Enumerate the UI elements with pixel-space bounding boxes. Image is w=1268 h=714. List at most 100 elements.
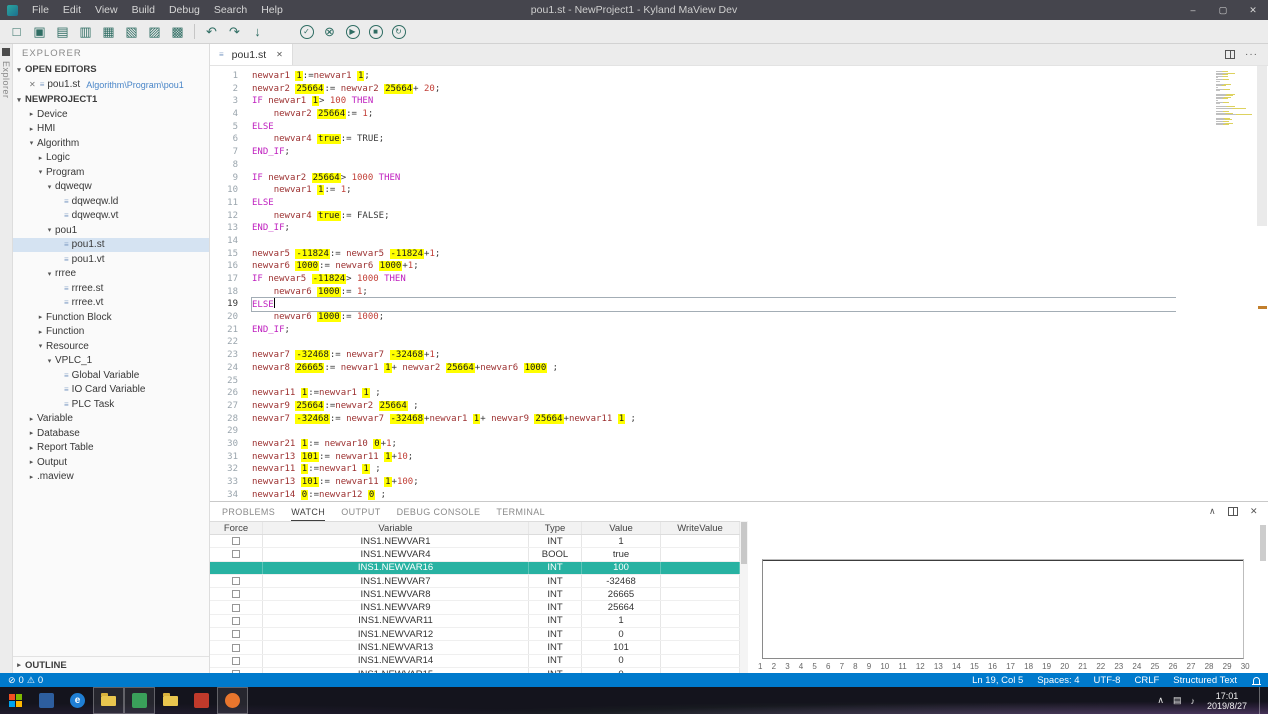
build-icon[interactable]: ▧ xyxy=(120,22,143,42)
app-folder-icon[interactable] xyxy=(155,687,186,714)
tray-display-icon[interactable]: ▤ xyxy=(1173,695,1182,706)
app-firefox-icon[interactable] xyxy=(217,687,248,714)
taskbar-clock[interactable]: 17:01 2019/8/27 xyxy=(1204,691,1250,711)
code-line-4[interactable]: 4 newvar2 25664:= 1; xyxy=(210,108,1176,121)
scrollbar-thumb[interactable] xyxy=(1257,66,1267,226)
code-line-33[interactable]: 33newvar13 101:= newvar11 1+100; xyxy=(210,476,1176,489)
menu-file[interactable]: File xyxy=(25,0,56,20)
minimize-button[interactable]: – xyxy=(1178,0,1208,20)
watch-row-ins1-newvar13[interactable]: INS1.NEWVAR13INT101 xyxy=(210,641,740,654)
tree-item-pou1[interactable]: ▾pou1 xyxy=(13,223,209,238)
column-header-type[interactable]: Type xyxy=(529,522,582,534)
undo-icon[interactable]: ↶ xyxy=(200,22,223,42)
force-checkbox[interactable] xyxy=(232,617,240,625)
writevalue-cell[interactable] xyxy=(661,548,740,560)
clean-icon[interactable]: ▩ xyxy=(166,22,189,42)
code-line-10[interactable]: 10 newvar1 1:= 1; xyxy=(210,184,1176,197)
app-ie-icon[interactable]: e xyxy=(62,687,93,714)
tree-item-pou1-vt[interactable]: ≡pou1.vt xyxy=(13,252,209,267)
code-line-5[interactable]: 5ELSE xyxy=(210,121,1176,134)
code-line-17[interactable]: 17IF newvar5 -11824> 1000 THEN xyxy=(210,273,1176,286)
menu-edit[interactable]: Edit xyxy=(56,0,88,20)
force-checkbox[interactable] xyxy=(232,550,240,558)
code-line-14[interactable]: 14 xyxy=(210,235,1176,248)
tree-item-algorithm[interactable]: ▾Algorithm xyxy=(13,136,209,151)
explorer-icon[interactable] xyxy=(2,48,10,56)
code-line-31[interactable]: 31newvar13 101:= newvar11 1+10; xyxy=(210,451,1176,464)
save-all-icon[interactable]: ▥ xyxy=(74,22,97,42)
stop-icon[interactable]: ■ xyxy=(364,22,387,42)
errors-indicator[interactable]: ⊘ 0 ⚠ 0 xyxy=(8,675,43,686)
watch-row-ins1-newvar15[interactable]: INS1.NEWVAR15INT0 xyxy=(210,668,740,673)
code-line-24[interactable]: 24newvar8 26665:= newvar1 1+ newvar2 256… xyxy=(210,362,1176,375)
status-ln-19-col-5[interactable]: Ln 19, Col 5 xyxy=(972,675,1023,686)
code-line-8[interactable]: 8 xyxy=(210,159,1176,172)
watch-row-ins1-newvar14[interactable]: INS1.NEWVAR14INT0 xyxy=(210,655,740,668)
writevalue-cell[interactable] xyxy=(661,535,740,547)
tree-item-global-variable[interactable]: ≡Global Variable xyxy=(13,368,209,383)
writevalue-cell[interactable] xyxy=(661,668,740,673)
print-icon[interactable]: ▦ xyxy=(97,22,120,42)
tree-item-function[interactable]: ▸Function xyxy=(13,325,209,340)
tree-item-database[interactable]: ▸Database xyxy=(13,426,209,441)
app-foxit-icon[interactable] xyxy=(186,687,217,714)
code-line-28[interactable]: 28newvar7 -32468:= newvar7 -32468+newvar… xyxy=(210,413,1176,426)
code-line-9[interactable]: 9IF newvar2 25664> 1000 THEN xyxy=(210,172,1176,185)
more-actions-icon[interactable]: ··· xyxy=(1245,49,1258,60)
status-utf-8[interactable]: UTF-8 xyxy=(1094,675,1121,686)
code-line-26[interactable]: 26newvar11 1:=newvar1 1 ; xyxy=(210,387,1176,400)
code-line-2[interactable]: 2newvar2 25664:= newvar2 25664+ 20; xyxy=(210,83,1176,96)
code-line-1[interactable]: 1newvar1 1:=newvar1 1; xyxy=(210,70,1176,83)
collapse-panel-icon[interactable]: ∧ xyxy=(1209,506,1216,517)
column-header-variable[interactable]: Variable xyxy=(263,522,529,534)
code-line-27[interactable]: 27newvar9 25664:=newvar2 25664 ; xyxy=(210,400,1176,413)
open-editors-header[interactable]: ▾ OPEN EDITORS xyxy=(13,62,209,77)
force-checkbox[interactable] xyxy=(232,590,240,598)
new-file-icon[interactable]: □ xyxy=(5,22,28,42)
code-line-25[interactable]: 25 xyxy=(210,375,1176,388)
start-button[interactable] xyxy=(0,687,31,714)
tray-expand-icon[interactable]: ∧ xyxy=(1157,695,1164,706)
code-line-19[interactable]: 19ELSE xyxy=(210,298,1176,311)
restart-icon[interactable]: ↻ xyxy=(387,22,410,42)
watch-row-ins1-newvar9[interactable]: INS1.NEWVAR9INT25664 xyxy=(210,601,740,614)
tree-item-function-block[interactable]: ▸Function Block xyxy=(13,310,209,325)
tree-item-rrree-vt[interactable]: ≡rrree.vt xyxy=(13,296,209,311)
tree-item-rrree[interactable]: ▾rrree xyxy=(13,267,209,282)
watch-row-ins1-newvar12[interactable]: INS1.NEWVAR12INT0 xyxy=(210,628,740,641)
code-line-32[interactable]: 32newvar11 1:=newvar1 1 ; xyxy=(210,463,1176,476)
writevalue-cell[interactable] xyxy=(661,601,740,613)
split-editor-icon[interactable] xyxy=(1225,50,1235,59)
code-line-29[interactable]: 29 xyxy=(210,425,1176,438)
close-icon[interactable]: ✕ xyxy=(29,80,36,89)
code-line-22[interactable]: 22 xyxy=(210,336,1176,349)
force-checkbox[interactable] xyxy=(232,630,240,638)
tree-item-variable[interactable]: ▸Variable xyxy=(13,412,209,427)
bell-icon[interactable] xyxy=(1253,677,1260,684)
tree-item-report-table[interactable]: ▸Report Table xyxy=(13,441,209,456)
tree-item-dqweqw-ld[interactable]: ≡dqweqw.ld xyxy=(13,194,209,209)
writevalue-cell[interactable] xyxy=(661,562,740,574)
run-icon[interactable]: ▶ xyxy=(341,22,364,42)
tree-item-device[interactable]: ▸Device xyxy=(13,107,209,122)
maximize-panel-icon[interactable] xyxy=(1228,507,1238,516)
tree-item-dqweqw[interactable]: ▾dqweqw xyxy=(13,180,209,195)
panel-tab-problems[interactable]: PROBLEMS xyxy=(222,502,275,521)
watch-scrollbar[interactable] xyxy=(740,521,748,673)
outline-header[interactable]: ▸ OUTLINE xyxy=(13,656,209,673)
open-project-icon[interactable]: ▣ xyxy=(28,22,51,42)
code-line-12[interactable]: 12 newvar4 true:= FALSE; xyxy=(210,210,1176,223)
code-line-15[interactable]: 15newvar5 -11824:= newvar5 -11824+1; xyxy=(210,248,1176,261)
code-line-34[interactable]: 34newvar14 0:=newvar12 0 ; xyxy=(210,489,1176,501)
tree-item-plc-task[interactable]: ≡PLC Task xyxy=(13,397,209,412)
force-checkbox[interactable] xyxy=(232,577,240,585)
compile-check-icon[interactable]: ✓ xyxy=(295,22,318,42)
column-header-value[interactable]: Value xyxy=(582,522,661,534)
show-desktop-button[interactable] xyxy=(1259,687,1264,714)
code-line-11[interactable]: 11ELSE xyxy=(210,197,1176,210)
cancel-icon[interactable]: ⊗ xyxy=(318,22,341,42)
column-header-force[interactable]: Force xyxy=(210,522,263,534)
download-icon[interactable]: ↓ xyxy=(246,22,269,42)
panel-tab-watch[interactable]: WATCH xyxy=(291,502,325,521)
code-line-6[interactable]: 6 newvar4 true:= TRUE; xyxy=(210,133,1176,146)
